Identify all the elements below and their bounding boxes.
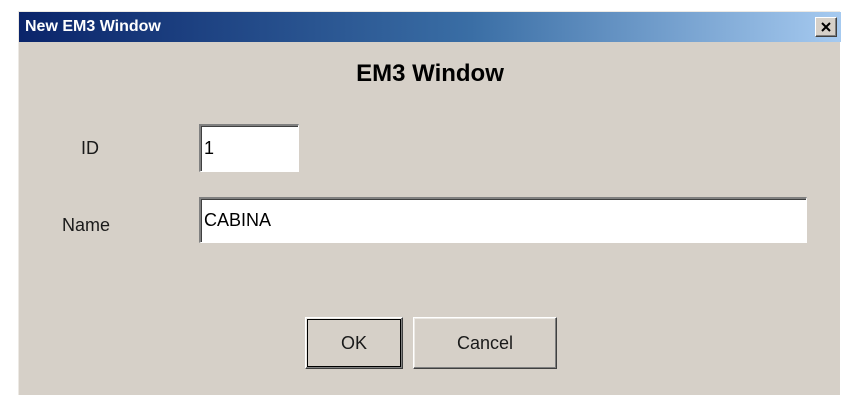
new-em3-window-dialog: New EM3 Window EM3 Window ID Name OK Can… <box>18 11 841 395</box>
name-label: Name <box>62 215 111 235</box>
id-field[interactable] <box>199 124 299 172</box>
window-title: New EM3 Window <box>25 18 161 35</box>
close-icon <box>821 22 831 32</box>
id-label: ID <box>81 138 99 158</box>
close-button[interactable] <box>815 17 837 37</box>
dialog-heading: EM3 Window <box>356 60 504 87</box>
name-field[interactable] <box>199 197 807 243</box>
ok-button[interactable]: OK <box>305 317 403 369</box>
title-bar[interactable]: New EM3 Window <box>19 12 841 42</box>
cancel-button[interactable]: Cancel <box>413 317 557 369</box>
